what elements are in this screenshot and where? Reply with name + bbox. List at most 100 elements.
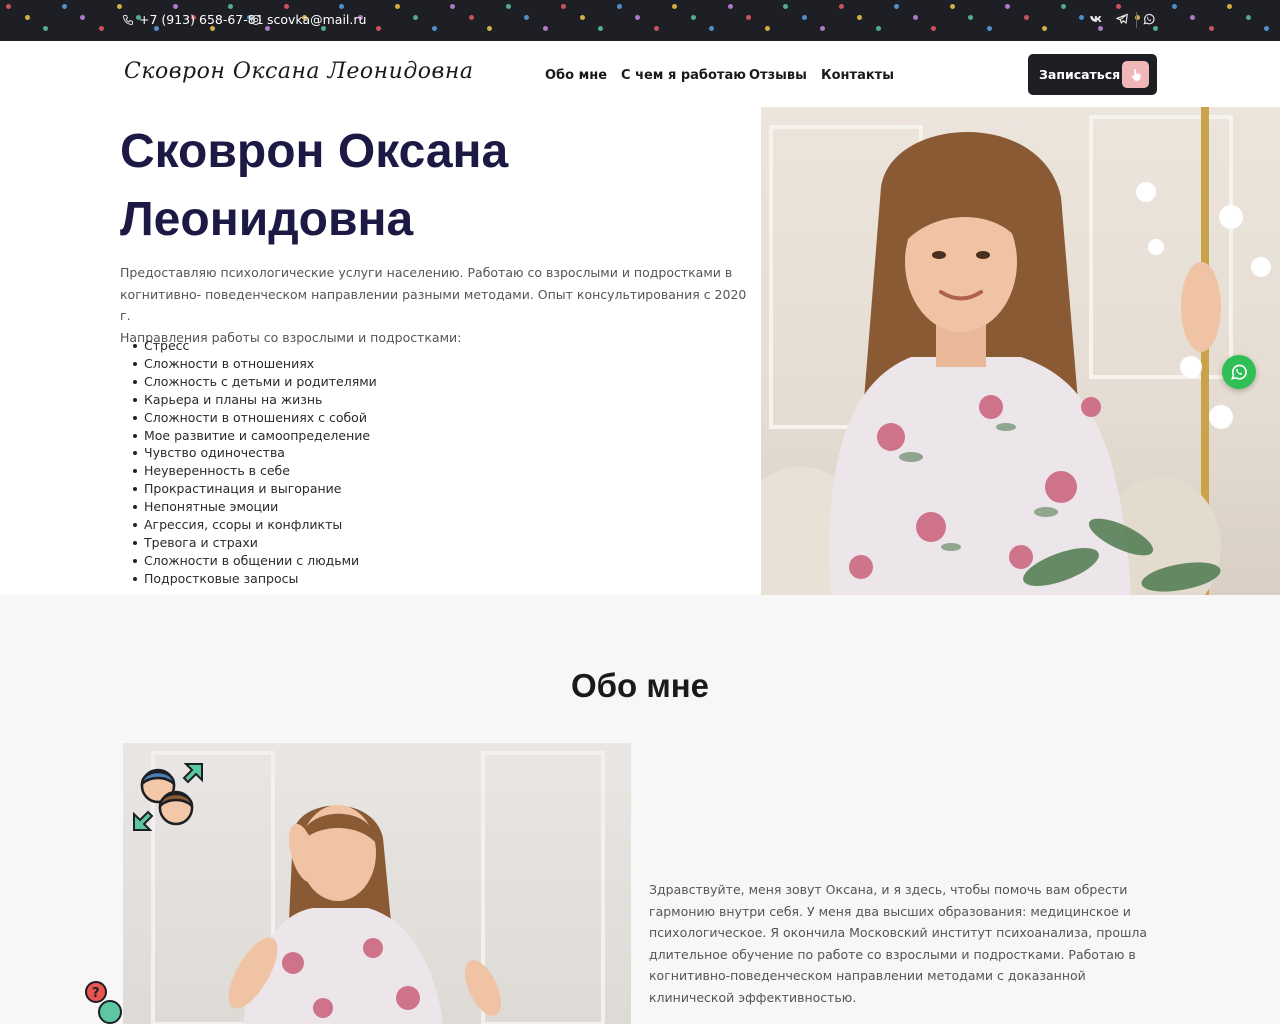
list-item: Тревога и страхи: [133, 534, 377, 552]
garland-light: [1227, 4, 1232, 9]
garland-light: [1264, 26, 1269, 31]
hero-title-line-1: Сковрон Оксана: [120, 125, 509, 178]
garland-light: [616, 4, 622, 9]
whatsapp-icon: [1231, 364, 1247, 380]
garland-light: [931, 26, 936, 31]
garland-light: [6, 4, 11, 9]
whatsapp-icon: [1143, 13, 1155, 25]
garland-light: [561, 4, 566, 9]
list-item: Стресс: [133, 337, 377, 355]
list-item: Прокрастинация и выгорание: [133, 480, 377, 498]
signup-button-label: Записаться: [1039, 67, 1121, 82]
nav-contacts[interactable]: Контакты: [821, 68, 894, 83]
garland-light: [727, 4, 733, 9]
garland-light: [746, 15, 751, 20]
phone-icon: [122, 14, 133, 25]
garland-light: [339, 4, 344, 9]
about-title: Обо мне: [570, 667, 710, 704]
garland-light: [820, 26, 825, 31]
garland-light: [986, 26, 992, 31]
garland-light: [579, 15, 585, 20]
floating-whatsapp-button[interactable]: [1222, 355, 1256, 389]
phone-number: +7 (913) 658-67-81: [139, 12, 264, 27]
garland-light: [413, 15, 418, 20]
garland-light: [1023, 15, 1029, 20]
email-link[interactable]: scovka@mail.ru: [250, 12, 366, 27]
about-line-3: психологическое. Я окончила Московский и…: [649, 925, 1148, 940]
garland-light: [857, 15, 862, 20]
garland-light: [283, 4, 289, 9]
vk-link[interactable]: [1086, 10, 1106, 28]
garland-light: [1079, 15, 1084, 20]
garland-light: [875, 26, 881, 31]
garland-light: [1245, 15, 1251, 20]
garland-light: [598, 26, 603, 31]
kids-sticker-icon: [133, 763, 203, 831]
list-item: Сложности в отношениях: [133, 355, 377, 373]
hero-text-line-1: Предоставляю психологические услуги насе…: [120, 265, 733, 280]
garland-light: [709, 26, 714, 31]
pointer-hand-icon: [1122, 61, 1149, 88]
garland-light: [912, 15, 918, 20]
garland-light: [524, 15, 529, 20]
list-item: Неуверенность в себе: [133, 462, 377, 480]
directions-list: Стресс Сложности в отношениях Сложность …: [133, 337, 377, 588]
garland-light: [690, 15, 696, 20]
garland-light: [1116, 4, 1121, 9]
nav-reviews[interactable]: Отзывы: [749, 68, 807, 83]
garland-light: [1005, 4, 1010, 9]
garland-light: [672, 4, 677, 9]
phone-link[interactable]: +7 (913) 658-67-81: [122, 12, 264, 27]
about-line-5: когнитивно-поведенческом направлении мет…: [649, 968, 1086, 983]
about-line-1: Здравствуйте, меня зовут Оксана, и я зде…: [649, 882, 1128, 897]
social-divider: [1136, 12, 1137, 28]
garland-light: [61, 4, 67, 9]
garland-light: [764, 26, 770, 31]
whatsapp-link[interactable]: [1139, 10, 1159, 28]
garland-light: [98, 26, 104, 31]
list-item: Чувство одиночества: [133, 444, 377, 462]
list-item: Агрессия, ссоры и конфликты: [133, 516, 377, 534]
hero-portrait-photo: [761, 107, 1280, 595]
signup-button[interactable]: Записаться: [1028, 54, 1157, 95]
garland-light: [117, 4, 122, 9]
garland-light: [450, 4, 455, 9]
nav-services[interactable]: С чем я работаю: [621, 68, 746, 83]
about-line-4: длительное обучение по работе со взрослы…: [649, 946, 1136, 962]
list-item: Подростковые запросы: [133, 570, 377, 588]
garland-light: [505, 4, 511, 9]
site-logo[interactable]: Сковрон Оксана Леонидовна: [124, 59, 473, 84]
hero-title: Сковрон Оксана Леонидовна: [120, 118, 740, 254]
garland-light: [968, 15, 973, 20]
garland-light: [487, 26, 492, 31]
site-header: Сковрон Оксана Леонидовна Обо мне С чем …: [0, 41, 1280, 107]
list-item: Сложности в общении с людьми: [133, 552, 377, 570]
question-sticker-icon: ?: [85, 981, 122, 1024]
garland-light: [1190, 15, 1195, 20]
garland-light: [376, 26, 381, 31]
telegram-icon: [1116, 13, 1128, 24]
list-item: Непонятные эмоции: [133, 498, 377, 516]
nav-about[interactable]: Обо мне: [545, 68, 607, 83]
about-line-6: клинической эффективностью.: [649, 989, 857, 1005]
list-item: Сложность с детьми и родителями: [133, 373, 377, 391]
garland-light: [172, 4, 178, 9]
hero-description: Предоставляю психологические услуги насе…: [120, 262, 750, 348]
garland-light: [80, 15, 85, 20]
garland-light: [801, 15, 807, 20]
garland-light: [838, 4, 844, 9]
garland-light: [24, 15, 30, 20]
svg-text:?: ?: [92, 986, 100, 1001]
garland-light: [1208, 26, 1214, 31]
garland-light: [394, 4, 400, 9]
garland-light: [949, 4, 955, 9]
list-item: Сложности в отношениях с собой: [133, 409, 377, 427]
garland-light: [1042, 26, 1047, 31]
hero-title-line-2: Леонидовна: [120, 193, 414, 246]
garland-light: [894, 4, 899, 9]
list-item: Карьера и планы на жизнь: [133, 391, 377, 409]
email-address: scovka@mail.ru: [267, 12, 367, 27]
telegram-link[interactable]: [1112, 10, 1132, 28]
garland-light: [542, 26, 548, 31]
portrait-illustration: [761, 107, 1271, 595]
